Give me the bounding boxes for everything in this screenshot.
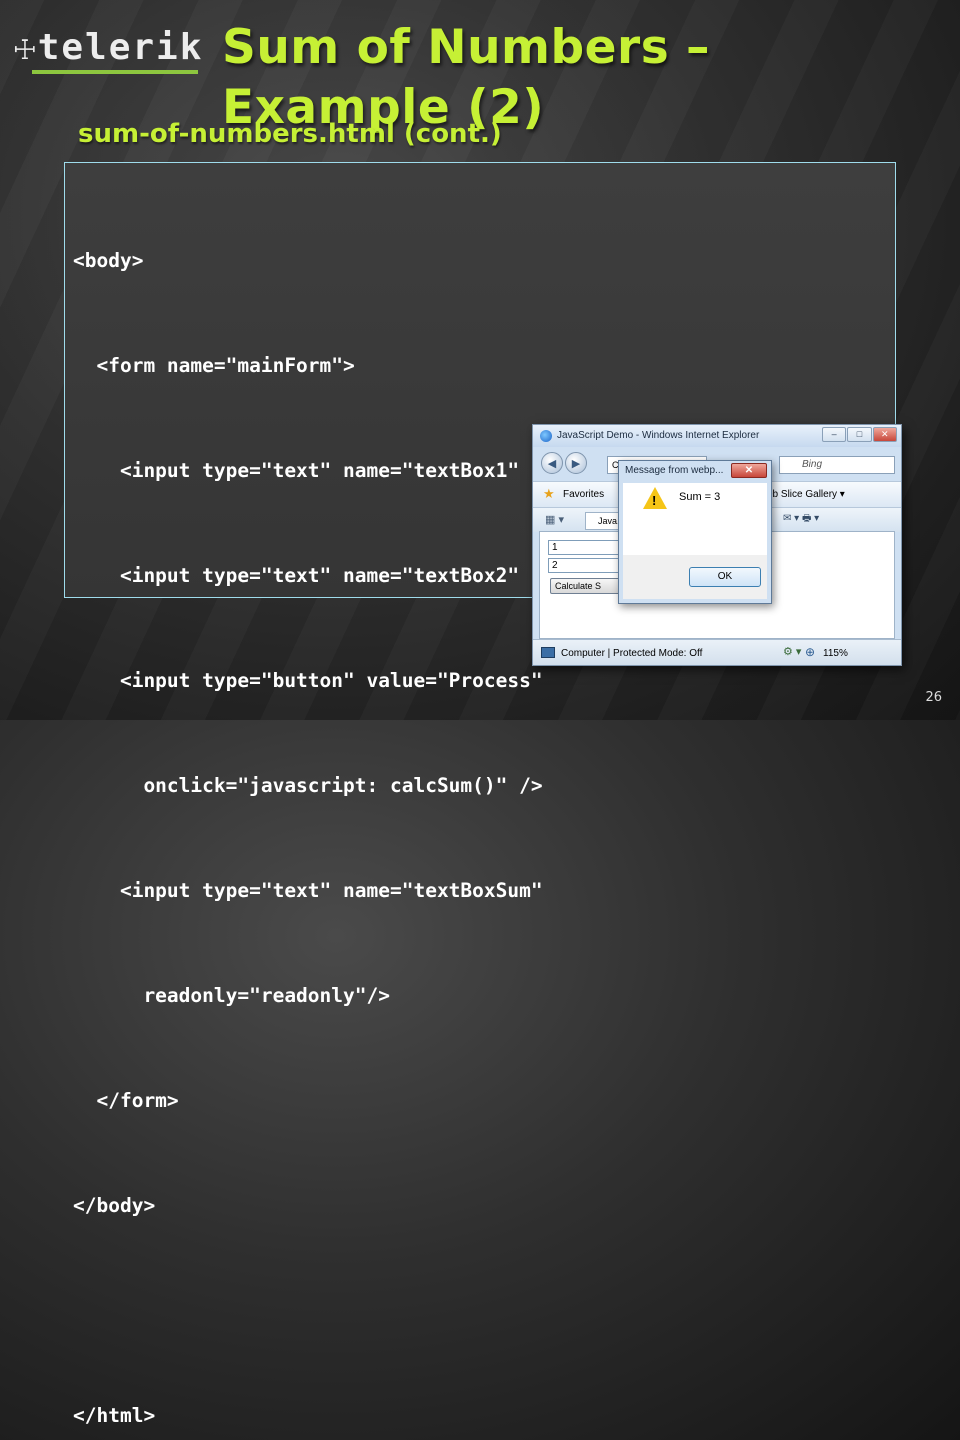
quick-tabs-icon[interactable]: ▦ ▾ [545,514,564,526]
warning-exclamation: ! [652,493,657,508]
code-line: </body> [73,1194,156,1217]
dialog-close-button[interactable]: ✕ [731,463,767,478]
page-number: 26 [925,690,942,705]
web-slice-gallery-link[interactable]: eb Slice Gallery ▾ [767,489,845,500]
logo-text: ☩telerik [14,27,204,68]
protected-mode-icon[interactable]: ⚙ ▾ [783,646,801,658]
logo-mark-icon: ☩ [14,27,38,68]
favorites-button[interactable]: Favorites [563,489,604,500]
code-line: <input type="button" value="Process" [73,669,543,692]
status-text: Computer | Protected Mode: Off [561,648,703,659]
code-line: <input type="text" name="textBoxSum" [73,879,543,902]
textbox1-input[interactable]: 1 [548,540,620,555]
toolbar-icons[interactable]: ✉ ▾ 🖶 ▾ [783,513,819,525]
zoom-icon[interactable]: ⊕ [805,646,815,658]
dialog-title: Message from webp... [625,465,724,476]
back-button[interactable]: ◀ [541,452,563,474]
ie-titlebar: JavaScript Demo - Windows Internet Explo… [533,425,901,447]
code-line: </form> [73,1089,179,1112]
dialog-message: Sum = 3 [679,491,721,503]
ok-button[interactable]: OK [689,567,761,587]
maximize-button[interactable]: □ [847,427,872,442]
dialog-footer: OK [623,555,767,599]
search-box[interactable]: Bing [779,456,895,474]
computer-icon [541,647,555,658]
favorites-star-icon: ★ [543,486,555,501]
minimize-button[interactable]: – [822,427,847,442]
code-line: <form name="mainForm"> [73,354,355,377]
textbox2-input[interactable]: 2 [548,558,620,573]
code-line: <body> [73,249,144,272]
forward-button[interactable]: ▶ [565,452,587,474]
calculate-sum-button[interactable]: Calculate S [550,578,620,594]
ie-window-title: JavaScript Demo - Windows Internet Explo… [557,430,760,441]
slide-subtitle: sum-of-numbers.html (cont.) [78,119,502,149]
logo-underline [32,70,198,74]
code-text: <body> <form name="mainForm"> <input typ… [73,173,625,1440]
zoom-level[interactable]: 115% [823,648,848,659]
close-button[interactable]: ✕ [872,427,897,442]
telerik-logo: ☩telerik [14,28,201,74]
ie-app-icon [540,430,552,442]
code-line: readonly="readonly"/> [73,984,390,1007]
code-line: </html> [73,1404,156,1427]
code-line: onclick="javascript: calcSum()" /> [73,774,543,797]
status-bar: Computer | Protected Mode: Off ⚙ ▾ ⊕ 115… [533,639,901,665]
alert-dialog: Message from webp... ✕ ! Sum = 3 OK [618,460,772,604]
window-controls: – □ ✕ [821,427,897,443]
